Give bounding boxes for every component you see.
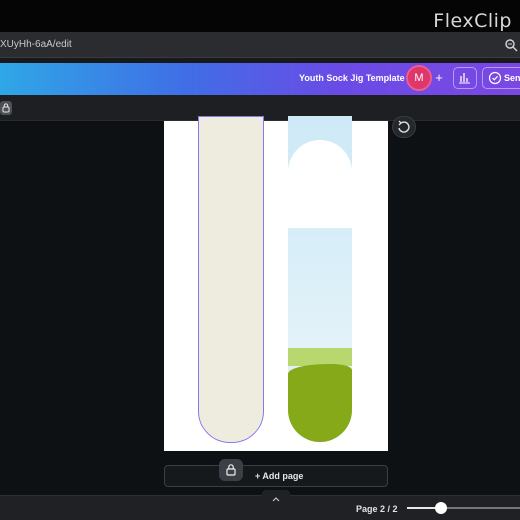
lock-icon[interactable] (0, 101, 12, 115)
popsicle-stick-landscape[interactable] (288, 116, 352, 442)
add-collaborator-button[interactable]: + (432, 71, 446, 85)
grass-hill (288, 364, 352, 442)
chevron-up-icon[interactable] (262, 490, 290, 502)
zoom-icon[interactable] (504, 38, 518, 52)
rotate-button[interactable] (392, 116, 416, 138)
design-title[interactable]: Youth Sock Jig Template (299, 73, 405, 83)
rotate-icon (398, 120, 410, 133)
cloud-shape (288, 140, 352, 228)
lock-icon[interactable] (219, 459, 243, 481)
avatar[interactable]: M (408, 67, 430, 89)
check-circle-icon (488, 71, 502, 85)
selection-outline (198, 116, 264, 443)
watermark-logo: FlexClip (433, 10, 512, 32)
zoom-slider-thumb[interactable] (435, 502, 447, 514)
page-indicator[interactable]: Page 2 / 2 (356, 504, 398, 514)
insights-button[interactable] (453, 67, 477, 89)
add-page-label[interactable]: + Add page (255, 471, 303, 481)
send-button-label[interactable]: Send (504, 73, 520, 83)
bar-chart-icon (459, 73, 470, 84)
browser-url-bar[interactable]: XUyHh-6aA/edit (0, 32, 520, 58)
url-text[interactable]: XUyHh-6aA/edit (0, 39, 72, 50)
